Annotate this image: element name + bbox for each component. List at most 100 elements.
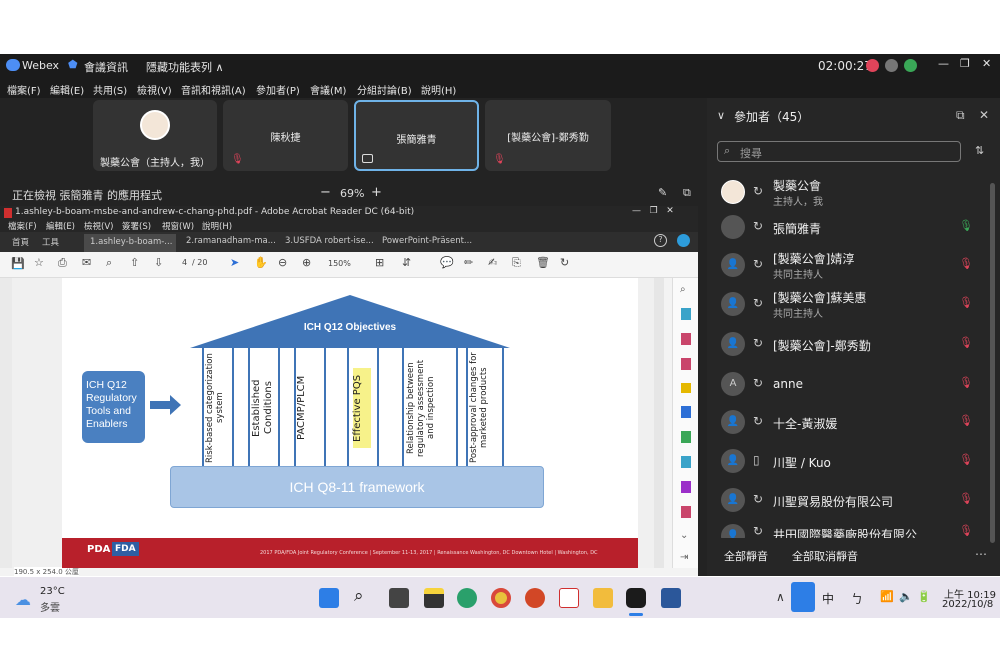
comment-icon[interactable]: 💬 — [440, 256, 454, 269]
sticky-notes-icon[interactable] — [424, 588, 444, 608]
acro-menu-edit[interactable]: 編輯(E) — [46, 220, 75, 232]
network-icon[interactable] — [904, 59, 917, 72]
fit-page-icon[interactable]: ⊞ — [375, 256, 384, 269]
hand-tool-icon[interactable]: ✋ — [254, 256, 268, 269]
participant-row[interactable]: A ↻ anne 🎙 — [707, 365, 1000, 403]
mic-active-icon[interactable]: 🎙 — [959, 219, 973, 232]
muted-mic-icon[interactable]: 🎙 — [959, 257, 973, 270]
tab-tools[interactable]: 工具 — [42, 236, 59, 248]
collapse-pane-icon[interactable]: ⇥ — [680, 552, 688, 563]
select-tool-icon[interactable]: ➤ — [230, 256, 239, 269]
tool-fill-sign-icon[interactable] — [681, 481, 691, 493]
menu-edit[interactable]: 編輯(E) — [50, 82, 84, 97]
meeting-info-button[interactable]: 會議資訊 — [84, 59, 128, 75]
tab-home[interactable]: 首頁 — [12, 236, 29, 248]
volume-icon[interactable]: 🔈 — [899, 590, 913, 603]
menu-audio-video[interactable]: 音訊和視訊(A) — [181, 82, 246, 97]
weather-temp[interactable]: 23°C — [40, 586, 65, 597]
chrome-icon[interactable] — [491, 588, 511, 608]
popout-icon[interactable]: ⧉ — [683, 186, 691, 200]
video-tile-active-speaker[interactable]: 張簡雅青 — [354, 100, 479, 171]
left-nav-pane[interactable] — [0, 278, 12, 568]
acro-menu-sign[interactable]: 簽署(S) — [122, 220, 151, 232]
tool-create-icon[interactable] — [681, 333, 691, 345]
menu-file[interactable]: 檔案(F) — [7, 82, 41, 97]
video-tile-2[interactable]: 陳秋捷 🎙 — [223, 100, 348, 171]
menu-breakout[interactable]: 分組討論(B) — [357, 82, 412, 97]
prev-page-icon[interactable]: ⇧ — [130, 256, 139, 269]
participant-row[interactable]: 👤 ↻ [製藥公會]-鄭秀勤 🎙 — [707, 325, 1000, 363]
save-icon[interactable]: 💾 — [11, 257, 25, 270]
wifi-icon[interactable]: 📶 — [880, 590, 894, 603]
participant-row[interactable]: ↻ 張簡雅青 🎙 — [707, 208, 1000, 246]
microphone-icon[interactable] — [791, 582, 815, 612]
tool-edit-icon[interactable] — [681, 358, 691, 370]
ime-mode[interactable]: 中 — [822, 590, 834, 607]
webex-taskbar-icon[interactable] — [626, 588, 646, 608]
participant-row[interactable]: 👤 ↻ 川聖貿易股份有限公司 🎙 — [707, 481, 1000, 519]
next-page-icon[interactable]: ⇩ — [154, 256, 163, 269]
account-icon[interactable] — [677, 234, 690, 247]
sort-icon[interactable]: ⇅ — [975, 144, 984, 157]
zoom-level-select[interactable]: 150% — [328, 259, 351, 268]
menu-participants[interactable]: 參加者(P) — [256, 82, 300, 97]
acro-menu-file[interactable]: 檔案(F) — [8, 220, 37, 232]
acro-menu-window[interactable]: 視窗(W) — [162, 220, 194, 232]
zoom-out-icon[interactable]: ⊖ — [278, 256, 287, 269]
tool-compress-icon[interactable] — [681, 456, 691, 468]
powerpoint-icon[interactable] — [525, 588, 545, 608]
muted-mic-icon[interactable]: 🎙 — [959, 492, 973, 505]
participant-row[interactable]: 👤 ▯ 川聖 / Kuo 🎙 — [707, 442, 1000, 480]
page-number-input[interactable]: 4 — [182, 258, 187, 267]
tool-organize-icon[interactable] — [681, 431, 691, 443]
rotate-icon[interactable]: ↻ — [560, 256, 569, 269]
panel-scrollbar[interactable] — [990, 183, 995, 543]
bookmark-icon[interactable]: ☆ — [34, 256, 44, 269]
close-icon[interactable]: ✕ — [982, 57, 991, 70]
draw-icon[interactable]: ✍ — [488, 256, 497, 269]
acrobat-icon[interactable] — [559, 588, 579, 608]
collapse-icon[interactable]: ∨ — [717, 109, 725, 122]
muted-mic-icon[interactable]: 🎙 — [959, 336, 973, 349]
tool-comment-icon[interactable] — [681, 383, 691, 393]
zoom-in-icon[interactable]: ⊕ — [302, 256, 311, 269]
mute-all-button[interactable]: 全部靜音 — [724, 548, 768, 564]
tool-combine-icon[interactable] — [681, 406, 691, 418]
doc-tab[interactable]: 3.USFDA robert-ise... — [285, 236, 374, 246]
popout-panel-icon[interactable]: ⧉ — [956, 108, 965, 123]
participant-row[interactable]: 👤 ↻ [製藥公會]婧淳 共同主持人 🎙 — [707, 246, 1000, 284]
search-icon[interactable]: ⌕ — [106, 256, 112, 270]
muted-mic-icon[interactable]: 🎙 — [959, 296, 973, 309]
menu-view[interactable]: 檢視(V) — [137, 82, 172, 97]
edge-icon[interactable] — [457, 588, 477, 608]
weather-icon[interactable]: ☁ — [15, 590, 31, 609]
help-icon[interactable]: ? — [654, 234, 667, 247]
tool-zoom-icon[interactable]: ⌕ — [680, 284, 686, 295]
start-icon[interactable] — [319, 588, 339, 608]
doc-tab[interactable]: PowerPoint-Präsent... — [382, 236, 472, 246]
zoom-in-button[interactable]: + — [371, 185, 382, 200]
participant-row[interactable]: ↻ 製藥公會 主持人，我 — [707, 173, 1000, 211]
tool-protect-icon[interactable] — [681, 506, 691, 518]
muted-mic-icon[interactable]: 🎙 — [959, 414, 973, 427]
acrobat-window-controls[interactable]: — ❐ ✕ — [632, 206, 674, 216]
ime-layout[interactable]: ㄅ — [851, 590, 863, 607]
maximize-icon[interactable]: ❐ — [960, 57, 970, 70]
clock-date[interactable]: 2022/10/8 — [942, 599, 993, 610]
vertical-scrollbar[interactable] — [654, 278, 664, 568]
zoom-out-button[interactable]: − — [320, 185, 331, 200]
tool-more-icon[interactable]: ⌄ — [680, 530, 688, 541]
task-view-icon[interactable] — [389, 588, 409, 608]
scroll-mode-icon[interactable]: ⇵ — [402, 256, 411, 269]
highlight-icon[interactable]: ✏ — [464, 256, 473, 269]
tool-export-icon[interactable] — [681, 308, 691, 320]
unmute-all-button[interactable]: 全部取消靜音 — [792, 548, 858, 564]
delete-icon[interactable]: 🗑 — [536, 256, 550, 269]
more-options-icon[interactable]: ⋯ — [975, 547, 987, 561]
participant-row[interactable]: 👤 ↻ [製藥公會]蘇美惠 共同主持人 🎙 — [707, 285, 1000, 323]
menu-meeting[interactable]: 會議(M) — [310, 82, 346, 97]
show-hidden-icons[interactable]: ∧ — [776, 590, 785, 604]
stamp-icon[interactable]: ⎘ — [512, 256, 521, 270]
menu-help[interactable]: 說明(H) — [421, 82, 456, 97]
record-icon[interactable] — [866, 59, 879, 72]
